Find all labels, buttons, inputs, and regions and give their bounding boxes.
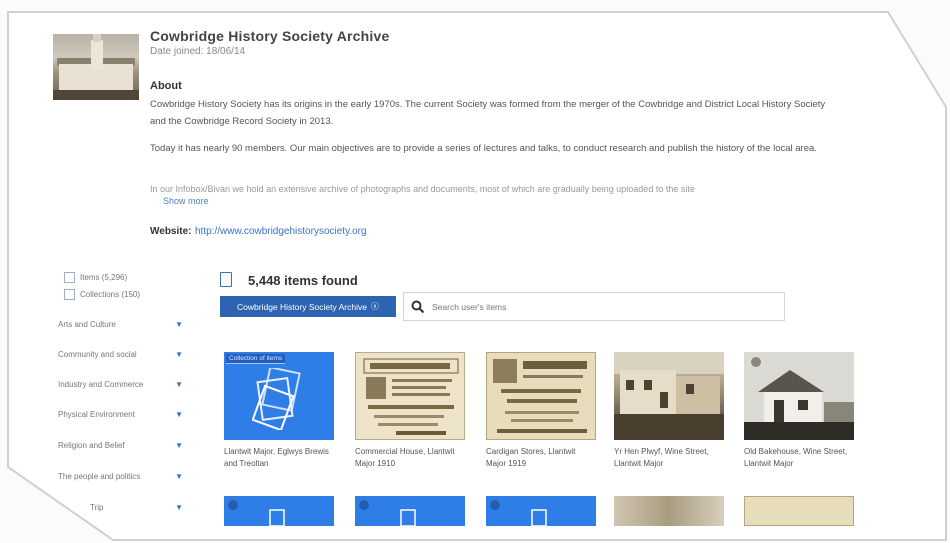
category-community-and-social[interactable]: Community and social ▼ <box>58 346 183 362</box>
about-paragraph-1: Cowbridge History Society has its origin… <box>150 99 826 127</box>
chevron-down-icon[interactable]: ▼ <box>175 410 183 419</box>
result-card[interactable]: Old Bakehouse, Wine Street, Llantwit Maj… <box>744 352 854 470</box>
advertisement-image <box>493 359 587 433</box>
document-icon <box>220 272 232 287</box>
collection-thumbnail[interactable] <box>355 496 465 526</box>
filter-collections-label: Collections (150) <box>80 290 141 299</box>
chevron-down-icon[interactable]: ▼ <box>175 320 183 329</box>
stack-icon <box>531 509 547 526</box>
collection-thumbnail[interactable]: Collection of items <box>224 352 334 440</box>
photo-thumbnail[interactable] <box>744 352 854 440</box>
about-paragraph-3: In our Infobox/Bivan we hold an extensiv… <box>150 184 695 194</box>
photo-thumbnail[interactable] <box>614 496 724 526</box>
house-photo <box>614 352 724 440</box>
active-filter-pill[interactable]: Cowbridge History Society Archive ⓧ <box>220 296 396 317</box>
chevron-down-icon[interactable]: ▼ <box>175 472 183 481</box>
result-card[interactable]: Commercial House, Llantwit Major 1910 <box>355 352 465 470</box>
chevron-down-icon[interactable]: ▼ <box>175 503 183 512</box>
search-input[interactable] <box>432 301 762 312</box>
collection-icon <box>228 500 238 510</box>
filter-items-label: Items (5,296) <box>80 273 128 282</box>
category-arts-and-culture[interactable]: Arts and Culture ▼ <box>58 316 183 332</box>
document-thumbnail[interactable] <box>355 352 465 440</box>
result-card[interactable] <box>355 496 465 526</box>
collection-thumbnail[interactable] <box>224 496 334 526</box>
filter-items-checkbox[interactable]: Items (5,296) <box>64 272 127 283</box>
page-title: Cowbridge History Society Archive <box>150 28 390 44</box>
show-more-link[interactable]: Show more <box>163 196 209 206</box>
filter-pill-label: Cowbridge History Society Archive <box>237 301 367 312</box>
card-caption[interactable]: Cardigan Stores, Llantwit Major 1919 <box>486 446 596 470</box>
collection-icon <box>359 500 369 510</box>
category-label: Community and social <box>58 349 137 359</box>
category-label: The people and politics <box>58 471 141 481</box>
website-label: Website: <box>150 226 192 237</box>
filter-collections-checkbox[interactable]: Collections (150) <box>64 289 140 300</box>
result-card[interactable]: Yr Hen Plwyf, Wine Street, Llantwit Majo… <box>614 352 724 470</box>
category-label: Trip <box>90 502 104 512</box>
page-content: Cowbridge History Society Archive Date j… <box>8 12 946 540</box>
search-bar[interactable] <box>403 292 785 321</box>
chevron-down-icon[interactable]: ▼ <box>175 350 183 359</box>
chevron-down-icon[interactable]: ▼ <box>175 380 183 389</box>
category-trip[interactable]: Trip ▼ <box>90 499 183 515</box>
category-label: Industry and Commerce <box>58 379 144 389</box>
result-card[interactable] <box>224 496 334 526</box>
category-label: Religion and Belief <box>58 440 125 450</box>
stack-icon <box>400 509 416 526</box>
about-paragraph-2: Today it has nearly 90 members. Our main… <box>150 143 817 154</box>
photo-thumbnail[interactable] <box>614 352 724 440</box>
result-card[interactable] <box>486 496 596 526</box>
result-card[interactable] <box>744 496 854 526</box>
result-card[interactable]: Cardigan Stores, Llantwit Major 1919 <box>486 352 596 470</box>
result-card[interactable]: Collection of items Llantwit Major, Eglw… <box>224 352 334 470</box>
search-icon[interactable] <box>404 300 432 314</box>
category-religion-and-belief[interactable]: Religion and Belief ▼ <box>58 437 183 453</box>
collection-icon <box>490 500 500 510</box>
document-thumbnail[interactable] <box>744 496 854 526</box>
category-label: Physical Environment <box>58 409 135 419</box>
checkbox-box[interactable] <box>64 272 75 283</box>
category-industry-and-commerce[interactable]: Industry and Commerce ▼ <box>58 376 183 392</box>
bakehouse-photo <box>744 352 854 440</box>
archive-avatar <box>53 34 139 100</box>
result-card[interactable] <box>614 496 724 526</box>
collection-stack-icon <box>252 368 301 430</box>
chevron-down-icon[interactable]: ▼ <box>175 441 183 450</box>
card-caption[interactable]: Yr Hen Plwyf, Wine Street, Llantwit Majo… <box>614 446 724 470</box>
checkbox-box[interactable] <box>64 289 75 300</box>
remove-filter-icon[interactable]: ⓧ <box>371 301 379 312</box>
advertisement-image <box>363 358 459 435</box>
category-physical-environment[interactable]: Physical Environment ▼ <box>58 406 183 422</box>
website-link[interactable]: http://www.cowbridgehistorysociety.org <box>195 226 367 237</box>
category-people-and-politics[interactable]: The people and politics ▼ <box>58 468 183 484</box>
collection-badge: Collection of items <box>226 354 286 364</box>
card-caption[interactable]: Commercial House, Llantwit Major 1910 <box>355 446 465 470</box>
card-caption[interactable]: Old Bakehouse, Wine Street, Llantwit Maj… <box>744 446 854 470</box>
stack-icon <box>269 509 285 526</box>
document-thumbnail[interactable] <box>486 352 596 440</box>
about-heading: About <box>150 80 182 92</box>
date-joined: Date joined: 18/06/14 <box>150 46 246 57</box>
collection-thumbnail[interactable] <box>486 496 596 526</box>
card-caption[interactable]: Llantwit Major, Eglwys Brewis and Treolt… <box>224 446 334 470</box>
results-count: 5,448 items found <box>248 273 358 288</box>
category-label: Arts and Culture <box>58 319 116 329</box>
